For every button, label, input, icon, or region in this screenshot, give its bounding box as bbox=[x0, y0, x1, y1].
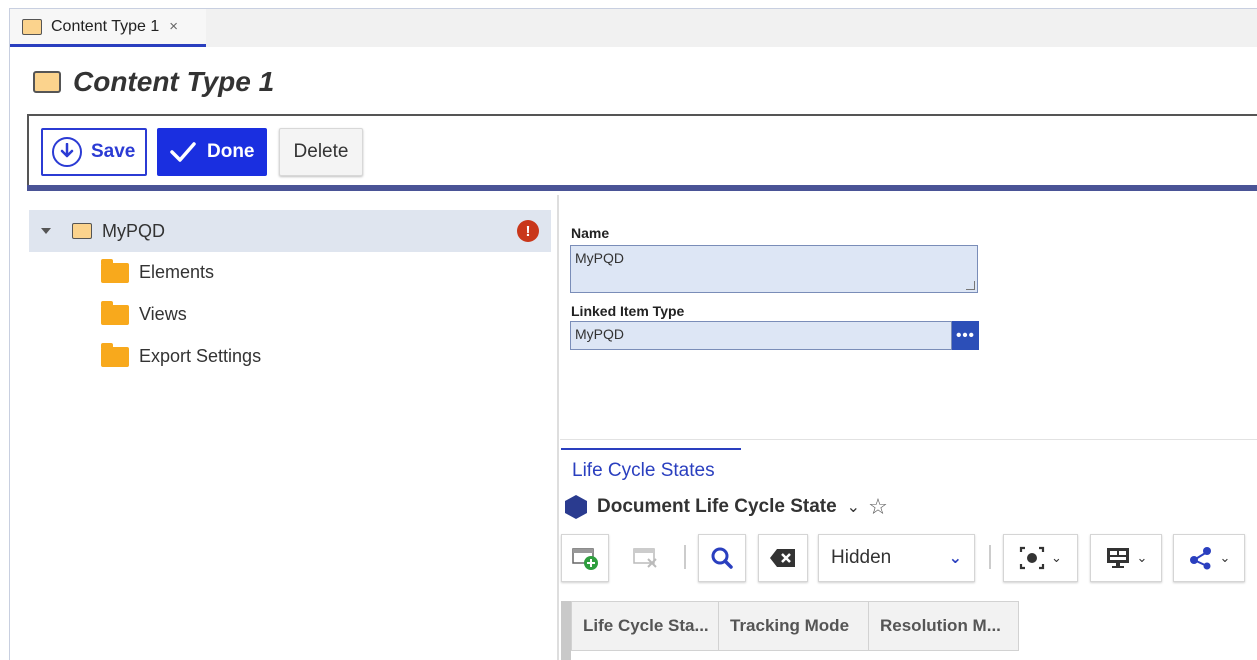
page-title: Content Type 1 bbox=[73, 66, 275, 97]
star-icon[interactable]: ☆ bbox=[868, 494, 888, 520]
check-icon bbox=[170, 142, 196, 162]
caret-down-icon[interactable] bbox=[41, 228, 51, 234]
chevron-down-icon: ⌄ bbox=[948, 550, 962, 567]
chevron-down-icon: ⌄ bbox=[1136, 550, 1148, 565]
chevron-down-icon: ⌄ bbox=[1051, 550, 1062, 565]
tab-content-type-1[interactable]: Content Type 1 × bbox=[10, 9, 206, 47]
delete-row-button[interactable] bbox=[621, 534, 671, 582]
column-header-resolution-mode[interactable]: Resolution M... bbox=[869, 601, 1019, 651]
grid-row-selector bbox=[561, 601, 571, 651]
delete-row-icon bbox=[633, 548, 657, 568]
folder-icon bbox=[101, 258, 129, 283]
grid-header: Life Cycle Sta... Tracking Mode Resoluti… bbox=[561, 601, 1019, 651]
views-menu-button[interactable]: ⌄ bbox=[1090, 534, 1162, 582]
add-row-icon bbox=[572, 548, 598, 570]
error-icon: ! bbox=[517, 220, 539, 242]
tab-life-cycle-states[interactable]: Life Cycle States bbox=[572, 460, 715, 482]
tree-item-label: Views bbox=[139, 304, 187, 324]
share-menu-button[interactable]: ⌄ bbox=[1173, 534, 1245, 582]
delete-button[interactable]: Delete bbox=[279, 128, 363, 176]
properties-form: Name MyPQD Linked Item Type MyPQD ••• bbox=[560, 195, 1257, 443]
linked-item-type-value: MyPQD bbox=[575, 326, 624, 342]
tab-label: Content Type 1 bbox=[51, 17, 160, 35]
tree-item-export-settings[interactable]: Export Settings bbox=[101, 342, 262, 367]
content-type-icon bbox=[33, 71, 61, 93]
backspace-icon bbox=[770, 549, 795, 567]
tree-root-label: MyPQD bbox=[102, 220, 165, 241]
pane-divider[interactable] bbox=[557, 195, 559, 660]
clear-search-button[interactable] bbox=[758, 534, 808, 582]
tab-indicator bbox=[561, 448, 741, 450]
chevron-down-icon[interactable]: ⌄ bbox=[847, 497, 860, 517]
section-divider bbox=[560, 439, 1257, 440]
save-button[interactable]: Save bbox=[41, 128, 147, 176]
name-field[interactable]: MyPQD bbox=[570, 245, 978, 293]
column-header-life-cycle-state[interactable]: Life Cycle Sta... bbox=[571, 601, 719, 651]
filter-select[interactable]: Hidden ⌄ bbox=[818, 534, 975, 582]
linked-item-type-label: Linked Item Type bbox=[571, 303, 685, 319]
share-icon bbox=[1189, 547, 1211, 570]
tab-bar: Content Type 1 × bbox=[10, 9, 1257, 47]
column-header-tracking-mode[interactable]: Tracking Mode bbox=[719, 601, 869, 651]
search-button[interactable] bbox=[698, 534, 746, 582]
close-icon[interactable]: × bbox=[169, 18, 178, 35]
tree-item-elements[interactable]: Elements bbox=[101, 258, 215, 283]
name-field-value: MyPQD bbox=[575, 250, 624, 266]
tree-item-label: Elements bbox=[139, 262, 215, 282]
save-button-label: Save bbox=[91, 141, 136, 162]
page-header: Content Type 1 bbox=[33, 66, 274, 98]
add-row-button[interactable] bbox=[561, 534, 609, 582]
content-type-icon bbox=[22, 18, 42, 35]
tree-item-views[interactable]: Views bbox=[101, 300, 187, 325]
done-button-label: Done bbox=[207, 141, 255, 162]
save-icon bbox=[52, 137, 82, 167]
toolbar-separator bbox=[684, 545, 686, 569]
toolbar: Save Done Delete bbox=[27, 114, 1257, 190]
chevron-down-icon: ⌄ bbox=[1219, 550, 1231, 565]
search-icon bbox=[711, 547, 733, 569]
linked-item-type-field[interactable]: MyPQD bbox=[570, 321, 952, 350]
content-type-icon bbox=[72, 223, 92, 239]
life-cycle-state-label: Document Life Cycle State bbox=[597, 496, 837, 517]
focus-menu-button[interactable]: ⌄ bbox=[1003, 534, 1078, 582]
done-button[interactable]: Done bbox=[157, 128, 267, 176]
structure-tree: MyPQD ! Elements Views Export Settings bbox=[27, 195, 557, 660]
name-label: Name bbox=[571, 225, 610, 241]
life-cycle-state-selector[interactable]: Document Life Cycle State ⌄ ☆ bbox=[565, 494, 888, 520]
grid-row-selector bbox=[561, 651, 571, 660]
hexagon-icon bbox=[565, 495, 587, 519]
toolbar-separator bbox=[989, 545, 991, 569]
more-options-button[interactable]: ••• bbox=[952, 321, 979, 350]
folder-icon bbox=[101, 342, 129, 367]
filter-select-value: Hidden bbox=[831, 547, 892, 568]
tree-item-label: Export Settings bbox=[139, 346, 262, 366]
monitor-icon bbox=[1106, 548, 1129, 568]
toolbar-divider bbox=[27, 185, 1257, 191]
tree-root-item[interactable]: MyPQD ! bbox=[29, 210, 551, 252]
focus-icon bbox=[1019, 546, 1045, 570]
folder-icon bbox=[101, 300, 129, 325]
resize-handle-icon[interactable] bbox=[966, 281, 975, 290]
